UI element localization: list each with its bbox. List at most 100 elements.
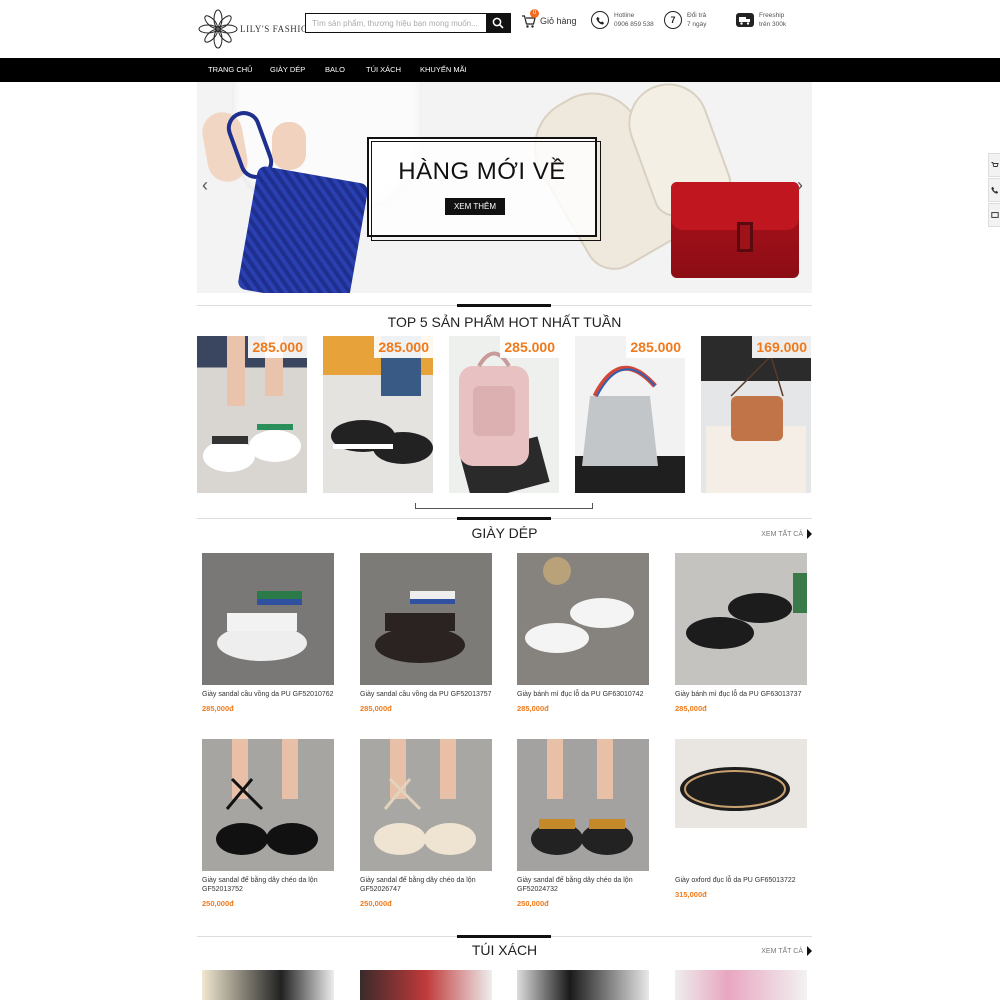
search-bar <box>305 13 511 33</box>
nav-item-promotions[interactable]: KHUYẾN MÃI <box>420 58 467 82</box>
banner-blue-bag-image <box>236 165 370 293</box>
nav-item-backpacks[interactable]: BALO <box>325 58 345 82</box>
product-card[interactable]: Giày oxford đục lỗ da PU GF65013722 315,… <box>675 739 807 899</box>
arrow-right-icon <box>807 529 812 539</box>
return-days: 7 ngày <box>687 21 707 28</box>
cart-label: Giỏ hàng <box>540 16 577 26</box>
product-name[interactable]: Giày sandal cầu vồng da PU GF52010762 <box>202 690 334 699</box>
product-image[interactable] <box>675 970 807 1000</box>
product-price: 250,000đ <box>517 899 549 908</box>
product-price: 285,000đ <box>517 704 549 713</box>
side-phone-button[interactable] <box>988 178 1000 202</box>
top5-product-card[interactable]: 285.000 <box>197 336 307 493</box>
hotline-info[interactable]: Hotline 0906 859 538 <box>591 11 654 29</box>
product-name[interactable]: Giày oxford đục lỗ da PU GF65013722 <box>675 876 807 885</box>
product-card[interactable] <box>360 970 492 1000</box>
freeship-condition: trên 300k <box>759 21 787 28</box>
return-days-number: 7 <box>670 15 676 25</box>
product-image[interactable] <box>360 970 492 1000</box>
product-price: 285,000đ <box>675 704 707 713</box>
product-card[interactable]: Giày sandal cầu vồng da PU GF52013757 28… <box>360 553 492 713</box>
see-all-label: XEM TẤT CẢ <box>761 947 803 955</box>
nav-item-handbags[interactable]: TÚI XÁCH <box>366 58 401 82</box>
top5-product-card[interactable]: 285.000 <box>323 336 433 493</box>
product-price: 250,000đ <box>202 899 234 908</box>
truck-icon <box>736 13 754 27</box>
product-image[interactable] <box>675 553 807 685</box>
cart-count-badge: 0 <box>530 9 539 18</box>
arrow-right-icon <box>807 946 812 956</box>
main-nav: TRANG CHỦ GIÀY DÉP BALO TÚI XÁCH KHUYẾN … <box>0 58 1000 82</box>
product-name[interactable]: Giày bánh mì đục lỗ da PU GF63010742 <box>517 690 649 699</box>
cart-button[interactable]: 0 Giỏ hàng <box>521 9 577 29</box>
message-icon <box>990 212 999 218</box>
return-7-days-icon: 7 <box>664 11 682 29</box>
shoes-section-title: GIÀY DÉP <box>471 525 538 541</box>
product-card[interactable]: Giày bánh mì đục lỗ da PU GF63013737 285… <box>675 553 807 713</box>
product-image[interactable] <box>517 739 649 871</box>
top5-product-image <box>575 365 685 493</box>
hero-banner[interactable]: HÀNG MỚI VỀ XEM THÊM ‹ › <box>197 82 812 293</box>
see-all-label: XEM TẤT CẢ <box>761 530 803 538</box>
site-header: LILY'S FASHION 0 Giỏ hàng Hotline 090 <box>0 0 1000 58</box>
product-image[interactable] <box>675 739 807 828</box>
top5-product-image <box>701 336 811 493</box>
shoes-see-all-link[interactable]: XEM TẤT CẢ <box>761 529 812 539</box>
product-name[interactable]: Giày sandal đế bằng dây chéo da lộn GF52… <box>360 876 492 894</box>
product-card[interactable] <box>517 970 649 1000</box>
bags-see-all-link[interactable]: XEM TẤT CẢ <box>761 946 812 956</box>
product-image[interactable] <box>517 553 649 685</box>
product-card[interactable] <box>202 970 334 1000</box>
search-button[interactable] <box>486 14 510 32</box>
cart-icon <box>991 162 999 167</box>
product-card[interactable]: Giày bánh mì đục lỗ da PU GF63010742 285… <box>517 553 649 713</box>
nav-item-home[interactable]: TRANG CHỦ <box>208 58 253 82</box>
product-card[interactable]: Giày sandal cầu vồng da PU GF52010762 28… <box>202 553 334 713</box>
top5-bottom-bracket <box>415 503 593 509</box>
product-image[interactable] <box>360 553 492 685</box>
hotline-label: Hotline <box>614 12 635 19</box>
product-name[interactable]: Giày bánh mì đục lỗ da PU GF63013737 <box>675 690 807 699</box>
product-image-spacer <box>675 828 807 871</box>
product-price: 285,000đ <box>360 704 392 713</box>
banner-red-bag-buckle <box>737 222 753 252</box>
phone-icon <box>990 186 998 194</box>
top5-product-image <box>459 351 550 493</box>
nav-item-shoes[interactable]: GIÀY DÉP <box>270 58 305 82</box>
banner-next-arrow-icon[interactable]: › <box>797 176 803 194</box>
product-name[interactable]: Giày sandal đế bằng dây chéo da lộn GF52… <box>202 876 334 894</box>
side-cart-button[interactable] <box>988 153 1000 177</box>
product-image[interactable] <box>517 970 649 1000</box>
flower-logo-icon <box>198 9 238 49</box>
product-card[interactable]: Giày sandal đế bằng dây chéo da lộn GF52… <box>517 739 649 908</box>
banner-title-frame-outline <box>371 141 601 241</box>
product-price: 285,000đ <box>202 704 234 713</box>
product-name[interactable]: Giày sandal đế bằng dây chéo da lộn GF52… <box>517 876 649 894</box>
logo-text: LILY'S FASHION <box>240 24 316 34</box>
product-name[interactable]: Giày sandal cầu vồng da PU GF52013757 <box>360 690 492 699</box>
top5-price: 169.000 <box>752 336 811 358</box>
banner-prev-arrow-icon[interactable]: ‹ <box>202 176 208 194</box>
banner-title: HÀNG MỚI VỀ <box>398 158 566 185</box>
product-price: 250,000đ <box>360 899 392 908</box>
hotline-number: 0906 859 538 <box>614 21 654 28</box>
banner-see-more-button[interactable]: XEM THÊM <box>445 198 505 215</box>
freeship-info: Freeship trên 300k <box>736 11 786 29</box>
product-image[interactable] <box>360 739 492 871</box>
side-message-button[interactable] <box>988 203 1000 227</box>
top5-product-card[interactable]: 285.000 <box>449 336 559 493</box>
search-input[interactable] <box>306 14 486 32</box>
product-image[interactable] <box>202 553 334 685</box>
top5-product-card[interactable]: 169.000 <box>701 336 811 493</box>
freeship-label: Freeship <box>759 12 785 19</box>
top5-product-card[interactable]: 285.000 <box>575 336 685 493</box>
product-card[interactable]: Giày sandal đế bằng dây chéo da lộn GF52… <box>360 739 492 908</box>
top5-price: 285.000 <box>500 336 559 358</box>
bags-section-title: TÚI XÁCH <box>471 942 538 958</box>
product-image[interactable] <box>202 739 334 871</box>
product-card[interactable] <box>675 970 807 1000</box>
top5-price: 285.000 <box>374 336 433 358</box>
product-image[interactable] <box>202 970 334 1000</box>
phone-icon <box>591 11 609 29</box>
product-card[interactable]: Giày sandal đế bằng dây chéo da lộn GF52… <box>202 739 334 908</box>
